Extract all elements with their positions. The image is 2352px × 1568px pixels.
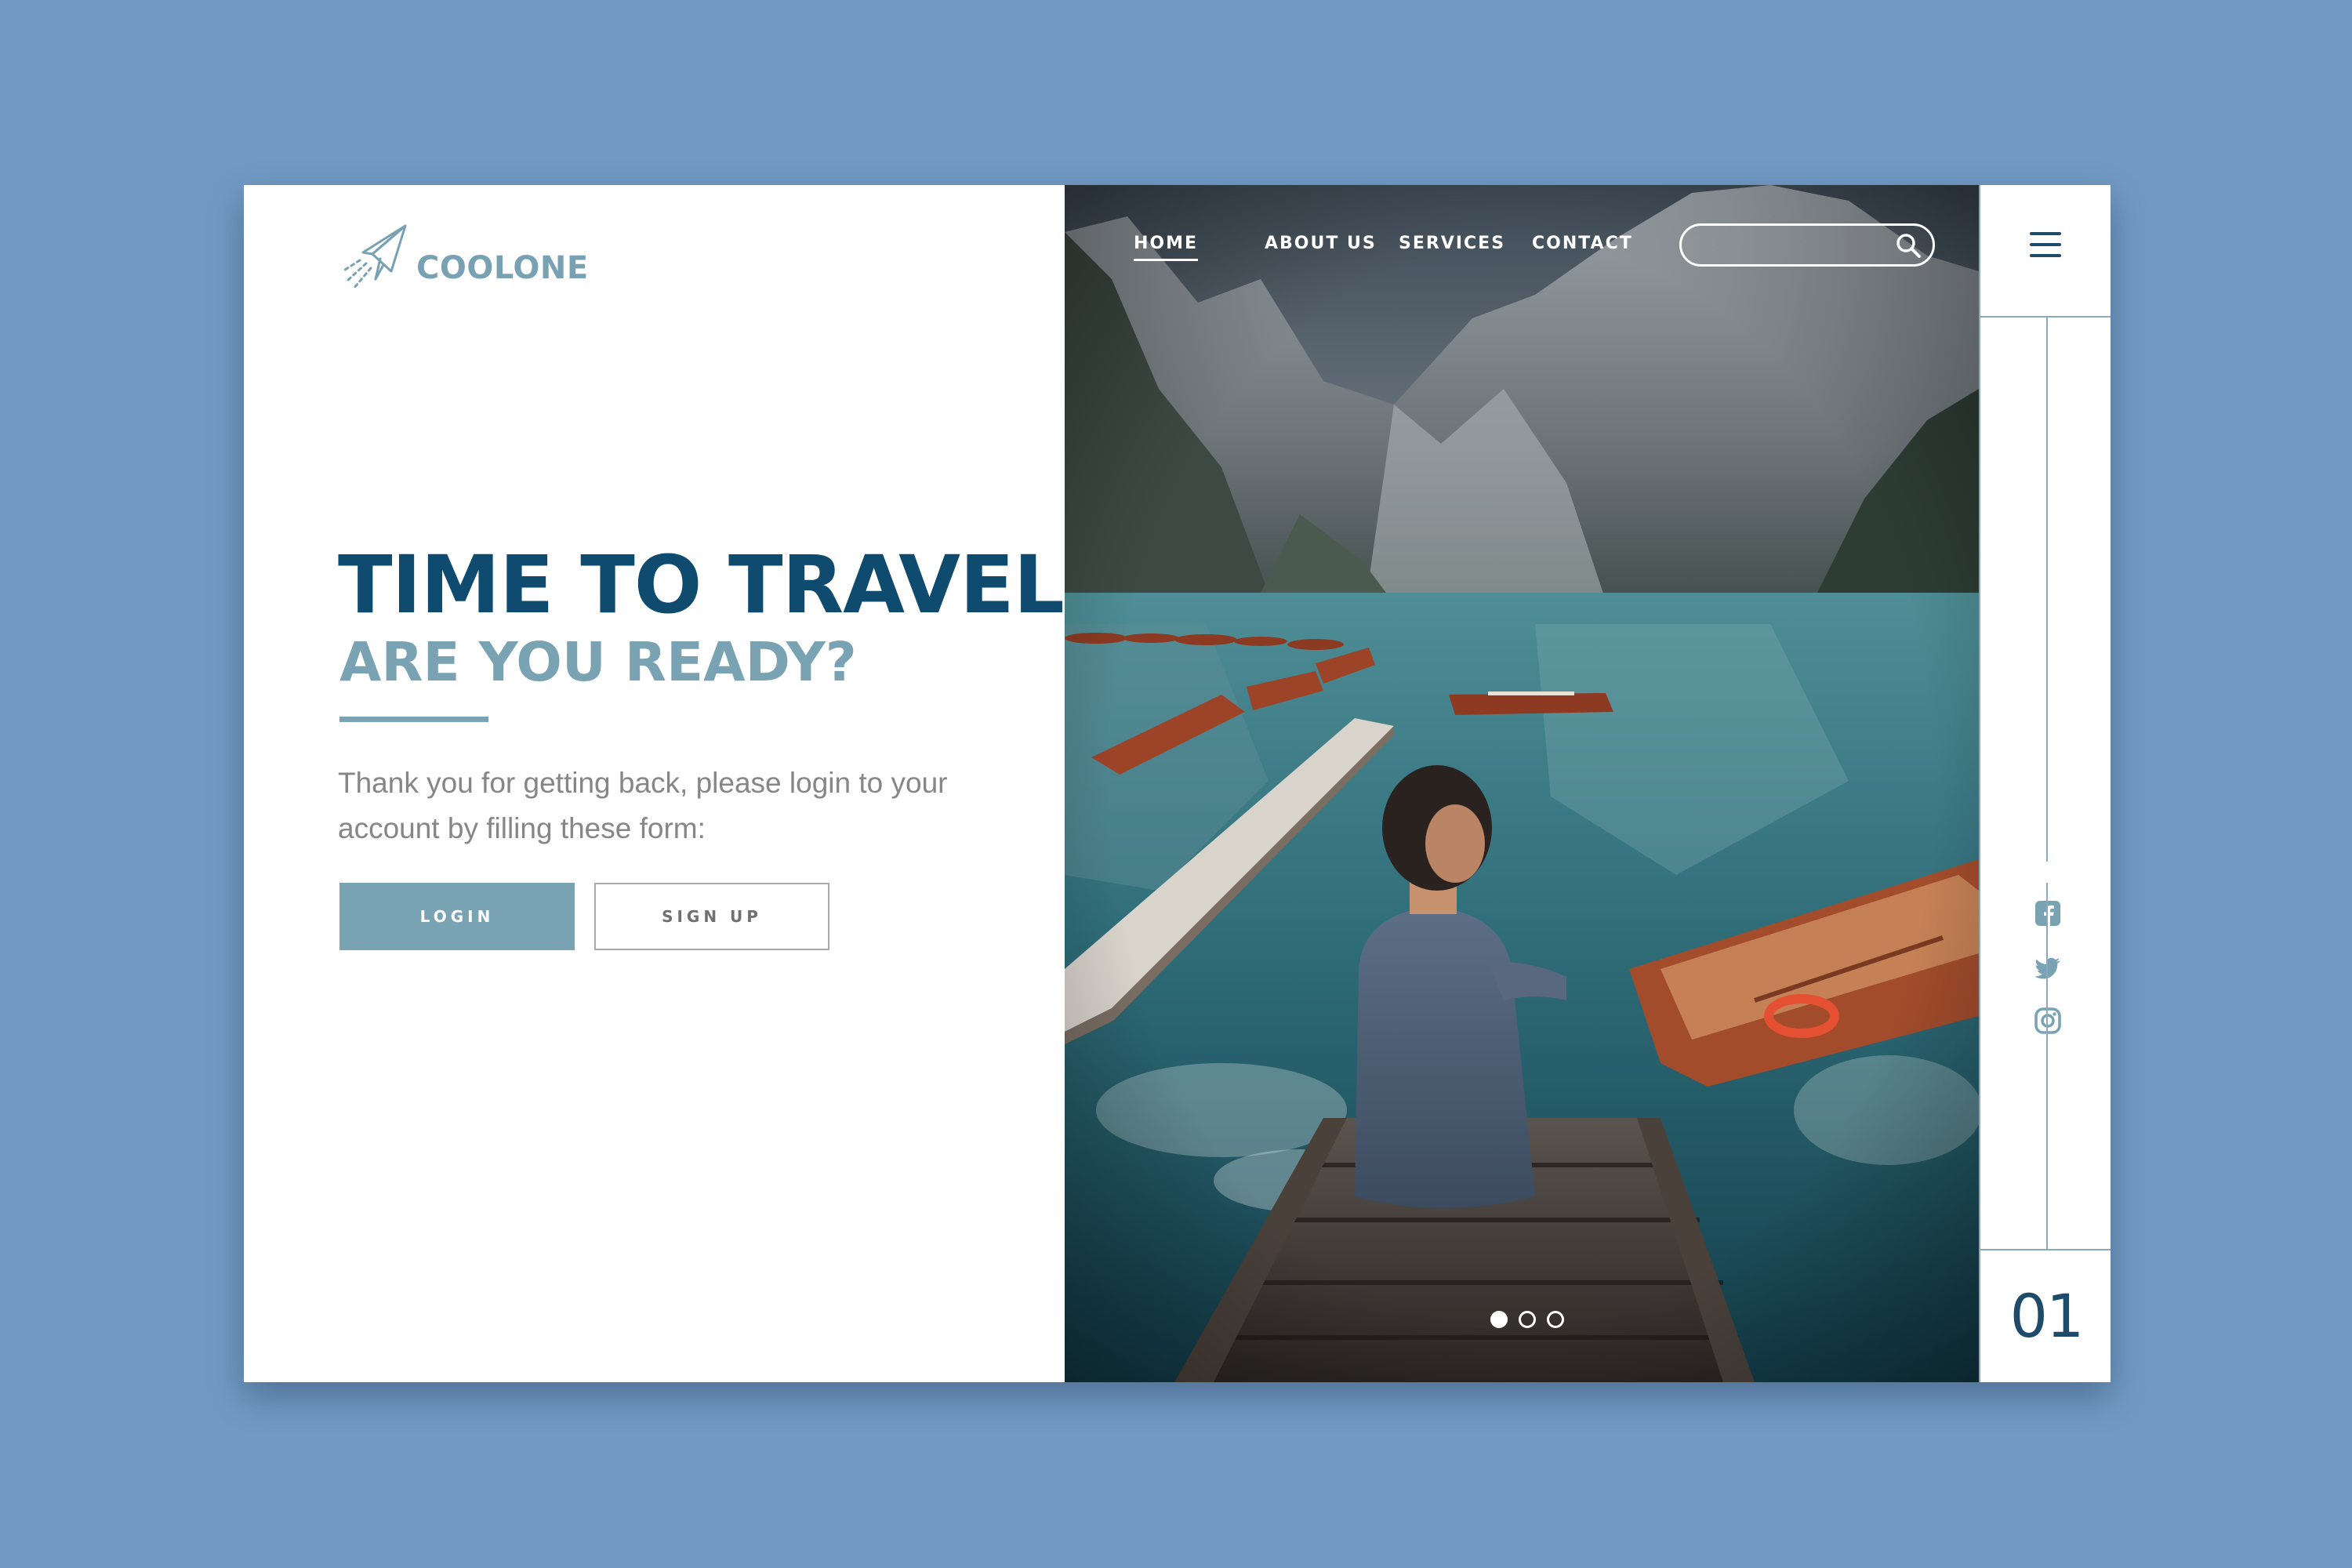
paper-plane-icon (341, 224, 407, 290)
rail-divider (1980, 1249, 2111, 1250)
left-panel: COOLONE TIME TO TRAVEL ARE YOU READY? Th… (244, 185, 1065, 1382)
slider-dot-2[interactable] (1519, 1311, 1536, 1328)
twitter-icon[interactable] (2034, 954, 2062, 982)
instagram-icon[interactable] (2034, 1007, 2062, 1035)
nav-item-home[interactable]: HOME (1134, 234, 1199, 261)
nav-item-contact[interactable]: CONTACT (1532, 234, 1633, 253)
hamburger-menu-icon[interactable] (2030, 232, 2061, 259)
hero-subtitle: ARE YOU READY? (339, 631, 857, 694)
slider-dot-3[interactable] (1547, 1311, 1564, 1328)
lake-scene-image (1065, 185, 1979, 1382)
brand-logo[interactable]: COOLONE (339, 223, 589, 293)
right-rail: 01 (1979, 185, 2111, 1382)
search-icon[interactable] (1895, 232, 1922, 259)
hero-description: Thank you for getting back, please login… (338, 767, 948, 844)
slider-pagination (1065, 1311, 1979, 1334)
nav-item-about-us[interactable]: ABOUT US (1265, 234, 1377, 253)
search-input[interactable] (1697, 230, 1886, 260)
facebook-icon[interactable] (2034, 899, 2062, 927)
signup-button[interactable]: SIGN UP (594, 883, 829, 950)
hero-photo: HOME ABOUT US SERVICES CONTACT (1065, 185, 1979, 1382)
hero-title: TIME TO TRAVEL (338, 539, 1065, 632)
landing-card: COOLONE TIME TO TRAVEL ARE YOU READY? Th… (244, 185, 2111, 1382)
brand-name: COOLONE (416, 250, 589, 286)
rail-divider (1980, 316, 2111, 318)
slide-number: 01 (2009, 1287, 2085, 1341)
title-underline (339, 717, 488, 722)
nav-item-services[interactable]: SERVICES (1399, 234, 1505, 253)
search-box[interactable] (1679, 223, 1935, 267)
rail-line (2046, 318, 2048, 862)
login-button[interactable]: LOGIN (339, 883, 575, 950)
rail-line (2046, 883, 2048, 1249)
slider-dot-1[interactable] (1490, 1311, 1508, 1328)
